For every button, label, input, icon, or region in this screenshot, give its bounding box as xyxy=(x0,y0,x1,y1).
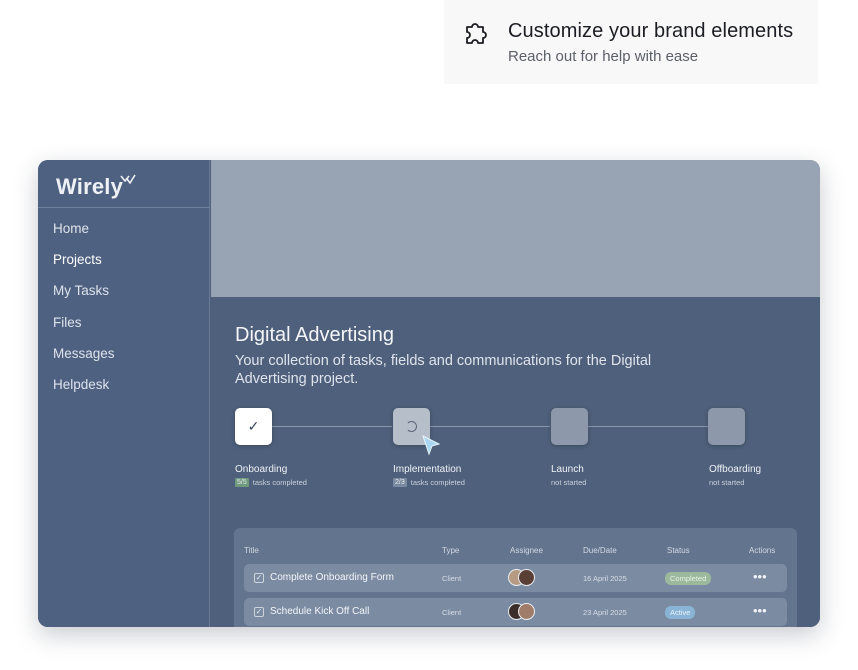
sidebar-item-home[interactable]: Home xyxy=(53,220,115,251)
sidebar-item-helpdesk[interactable]: Helpdesk xyxy=(53,376,115,407)
column-header-actions[interactable]: Actions xyxy=(749,546,775,555)
logo[interactable]: Wirely xyxy=(56,172,137,202)
spinner-icon xyxy=(406,421,417,432)
column-header-due-date[interactable]: Due/Date xyxy=(583,546,617,555)
task-type: Client xyxy=(442,574,462,583)
table-row[interactable]: ✓ Schedule Kick Off Call Client 23 April… xyxy=(244,598,787,626)
step-meta: 2/3 tasks completed xyxy=(393,478,465,487)
step-meta-text: tasks completed xyxy=(252,478,307,487)
column-header-status[interactable]: Status xyxy=(667,546,690,555)
logo-mark-icon xyxy=(120,174,136,185)
avatar xyxy=(518,603,535,620)
sidebar-item-projects[interactable]: Projects xyxy=(53,251,115,282)
puzzle-icon xyxy=(466,23,487,44)
step-meta-text: tasks completed xyxy=(410,478,465,487)
task-due-date: 16 April 2025 xyxy=(583,574,627,583)
step-label: Onboarding xyxy=(235,464,288,475)
task-title[interactable]: Schedule Kick Off Call xyxy=(270,606,369,617)
sidebar-nav: Home Projects My Tasks Files Messages He… xyxy=(53,220,115,407)
main-content: Digital Advertising Your collection of t… xyxy=(211,297,820,627)
step-label: Offboarding xyxy=(709,464,762,475)
column-header-type[interactable]: Type xyxy=(442,546,459,555)
sidebar-item-my-tasks[interactable]: My Tasks xyxy=(53,282,115,313)
table-row[interactable]: ✓ Complete Onboarding Form Client 16 Apr… xyxy=(244,564,787,592)
logo-text: Wirely xyxy=(56,174,124,199)
task-type: Client xyxy=(442,608,462,617)
app-window: Wirely Home Projects My Tasks Files Mess… xyxy=(38,160,820,627)
step-label: Implementation xyxy=(393,464,462,475)
sidebar-item-files[interactable]: Files xyxy=(53,314,115,345)
feature-card: Customize your brand elements Reach out … xyxy=(444,0,818,84)
sidebar-item-messages[interactable]: Messages xyxy=(53,345,115,376)
cursor-icon xyxy=(422,435,441,456)
step-launch[interactable] xyxy=(551,408,588,445)
step-label: Launch xyxy=(551,464,584,475)
column-header-assignee[interactable]: Assignee xyxy=(510,546,543,555)
step-onboarding[interactable]: ✓ xyxy=(235,408,272,445)
project-banner xyxy=(211,160,820,297)
sidebar: Wirely Home Projects My Tasks Files Mess… xyxy=(38,160,210,627)
more-actions-icon[interactable]: ••• xyxy=(753,569,767,584)
assignee-avatars[interactable] xyxy=(508,603,540,621)
step-meta: 5/5 tasks completed xyxy=(235,478,307,487)
more-actions-icon[interactable]: ••• xyxy=(753,603,767,618)
step-meta: not started xyxy=(709,478,744,487)
task-checkbox[interactable]: ✓ xyxy=(254,607,264,617)
step-meta-text: not started xyxy=(551,478,587,487)
tasks-table: Title Type Assignee Due/Date Status Acti… xyxy=(234,528,797,627)
step-meta: not started xyxy=(551,478,586,487)
column-header-title[interactable]: Title xyxy=(244,546,259,555)
status-badge: Active xyxy=(665,606,696,619)
step-count: 2/3 xyxy=(393,478,407,487)
feature-subtitle: Reach out for help with ease xyxy=(508,48,699,65)
step-offboarding[interactable] xyxy=(708,408,745,445)
stepper-line xyxy=(272,426,392,427)
status-badge: Completed xyxy=(665,572,712,585)
stepper-line xyxy=(430,426,550,427)
step-meta-text: not started xyxy=(709,478,745,487)
assignee-avatars[interactable] xyxy=(508,569,540,587)
avatar xyxy=(518,569,535,586)
sidebar-divider xyxy=(38,207,210,208)
page-title: Digital Advertising xyxy=(235,324,394,346)
task-checkbox[interactable]: ✓ xyxy=(254,573,264,583)
page-description: Your collection of tasks, fields and com… xyxy=(235,353,652,387)
stepper-line xyxy=(588,426,708,427)
check-icon: ✓ xyxy=(247,418,260,434)
feature-title: Customize your brand elements xyxy=(508,20,794,42)
step-count: 5/5 xyxy=(235,478,249,487)
task-title[interactable]: Complete Onboarding Form xyxy=(270,572,394,583)
task-due-date: 23 April 2025 xyxy=(583,608,627,617)
